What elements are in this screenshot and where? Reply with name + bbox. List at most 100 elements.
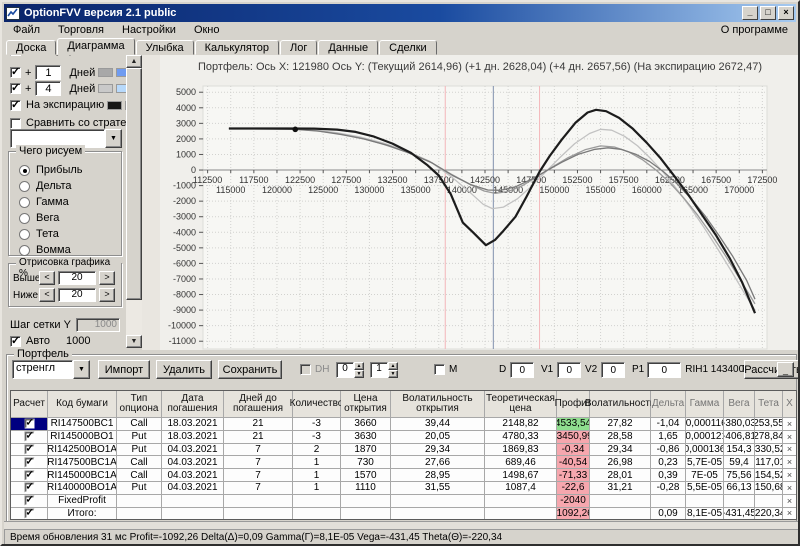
check-icon: ✓: [25, 482, 33, 493]
table-cell: 1087,4: [485, 482, 556, 494]
plus1-checkbox[interactable]: ✓: [10, 67, 21, 78]
current-checkbox[interactable]: ✓: [10, 55, 21, 56]
dh-spinner-2[interactable]: 1 ▲▼: [370, 360, 398, 379]
compare-checkbox[interactable]: [10, 118, 21, 129]
tab-Диаграмма[interactable]: Диаграмма: [57, 38, 134, 55]
menu-about[interactable]: О программе: [713, 23, 796, 37]
above-value[interactable]: 20: [58, 271, 96, 285]
above-decrement-button[interactable]: <: [39, 271, 55, 285]
row-select-cell[interactable]: ✓: [11, 431, 47, 443]
row-checkbox[interactable]: ✓: [24, 445, 34, 455]
row-select-cell[interactable]: ✓: [11, 495, 47, 507]
auto-checkbox[interactable]: ✓: [10, 336, 21, 347]
row-checkbox[interactable]: ✓: [24, 419, 34, 429]
row-select-cell[interactable]: ✓: [11, 444, 47, 456]
radio-icon[interactable]: [19, 165, 30, 176]
table-cell: -150,68: [755, 482, 782, 494]
table-cell: 66,13: [724, 482, 754, 494]
chevron-down-icon[interactable]: ▼: [105, 129, 122, 148]
maximize-button[interactable]: □: [760, 6, 776, 20]
row-delete-button[interactable]: ×: [783, 495, 796, 507]
row-delete-button[interactable]: ×: [783, 418, 796, 430]
menu-item-3[interactable]: Настройки: [113, 23, 185, 37]
draw-option-Прибыль[interactable]: Прибыль: [19, 162, 83, 178]
sidebar-splitter[interactable]: [142, 55, 160, 350]
tab-Данные[interactable]: Данные: [318, 40, 378, 55]
close-button[interactable]: ×: [778, 6, 794, 20]
strategy-value[interactable]: стренгл: [12, 360, 73, 379]
dh-spinner-1[interactable]: 0 ▲▼: [336, 360, 364, 379]
row-delete-button[interactable]: ×: [783, 444, 796, 456]
horizontal-scrollbar[interactable]: [4, 521, 800, 529]
row-select-cell[interactable]: ✓: [11, 456, 47, 468]
tab-Улыбка[interactable]: Улыбка: [136, 40, 194, 55]
tab-Сделки[interactable]: Сделки: [379, 40, 437, 55]
row-select-cell[interactable]: ✓: [11, 482, 47, 494]
restore-window-button[interactable]: _: [777, 362, 794, 377]
m-checkbox[interactable]: [434, 364, 445, 375]
delete-button[interactable]: Удалить: [156, 360, 212, 379]
draw-option-Гамма[interactable]: Гамма: [19, 194, 83, 210]
v2-input[interactable]: 0: [601, 362, 625, 378]
row-select-cell[interactable]: ✓: [11, 418, 47, 430]
menu-item-1[interactable]: Файл: [4, 23, 49, 37]
profit-chart-plot[interactable]: 500040003000200010000-1000-2000-3000-400…: [160, 55, 800, 350]
row-delete-button[interactable]: ×: [783, 431, 796, 443]
spin-up-icon[interactable]: ▲: [354, 362, 364, 370]
menu-item-4[interactable]: Окно: [185, 23, 229, 37]
minimize-button[interactable]: _: [742, 6, 758, 20]
tab-Доска[interactable]: Доска: [6, 40, 56, 55]
radio-icon[interactable]: [19, 229, 30, 240]
draw-option-Вомма[interactable]: Вомма: [19, 242, 83, 258]
spin-down-icon[interactable]: ▼: [354, 370, 364, 378]
row-checkbox[interactable]: ✓: [24, 470, 34, 480]
row-delete-button[interactable]: ×: [783, 482, 796, 494]
plus1-days-input[interactable]: [35, 65, 61, 80]
scroll-up-icon[interactable]: ▲: [126, 55, 142, 68]
plus4-checkbox[interactable]: ✓: [10, 83, 21, 94]
tab-Калькулятор[interactable]: Калькулятор: [195, 40, 279, 55]
row-delete-button[interactable]: ×: [783, 469, 796, 481]
row-checkbox[interactable]: ✓: [24, 457, 34, 467]
row-delete-button[interactable]: ×: [783, 508, 796, 520]
above-increment-button[interactable]: >: [99, 271, 115, 285]
p1-input[interactable]: 0: [647, 362, 681, 378]
plus4-days-input[interactable]: [35, 81, 61, 96]
spin-down-icon[interactable]: ▼: [388, 370, 398, 378]
portfolio-toolbar: стренгл ▼ Импорт Удалить Сохранить DH 0 …: [4, 360, 800, 386]
chevron-down-icon[interactable]: ▼: [73, 360, 90, 379]
radio-icon[interactable]: [19, 213, 30, 224]
table-cell: 0,000136: [686, 444, 723, 456]
save-button[interactable]: Сохранить: [218, 360, 282, 379]
below-decrement-button[interactable]: <: [39, 288, 55, 302]
expiry-checkbox[interactable]: ✓: [10, 100, 21, 111]
row-select-cell[interactable]: ✓: [11, 508, 47, 520]
radio-icon[interactable]: [19, 197, 30, 208]
radio-icon[interactable]: [19, 245, 30, 256]
scrollbar-thumb[interactable]: [126, 68, 142, 300]
import-button[interactable]: Импорт: [98, 360, 150, 379]
row-select-cell[interactable]: ✓: [11, 469, 47, 481]
row-checkbox[interactable]: ✓: [24, 496, 34, 506]
menu-item-2[interactable]: Торговля: [49, 23, 113, 37]
draw-option-Вега[interactable]: Вега: [19, 210, 83, 226]
spin-up-icon[interactable]: ▲: [388, 362, 398, 370]
row-delete-button[interactable]: ×: [783, 456, 796, 468]
row-checkbox[interactable]: ✓: [24, 432, 34, 442]
draw-option-Тета[interactable]: Тета: [19, 226, 83, 242]
row-checkbox[interactable]: ✓: [24, 483, 34, 493]
tab-Лог[interactable]: Лог: [280, 40, 317, 55]
y-tick-label: -11000: [169, 336, 196, 346]
draw-option-Дельта[interactable]: Дельта: [19, 178, 83, 194]
radio-icon[interactable]: [19, 181, 30, 192]
y-tick-label: 0: [191, 165, 196, 175]
row-checkbox[interactable]: ✓: [24, 509, 34, 519]
d-input[interactable]: 0: [510, 362, 534, 378]
scroll-down-icon[interactable]: ▼: [126, 335, 142, 348]
strategy-select[interactable]: стренгл ▼: [12, 360, 90, 379]
sidebar-scrollbar[interactable]: ▲ ▼: [126, 55, 142, 348]
dh-checkbox[interactable]: [300, 364, 311, 375]
below-value[interactable]: 20: [58, 288, 96, 302]
v1-input[interactable]: 0: [557, 362, 581, 378]
below-increment-button[interactable]: >: [99, 288, 115, 302]
